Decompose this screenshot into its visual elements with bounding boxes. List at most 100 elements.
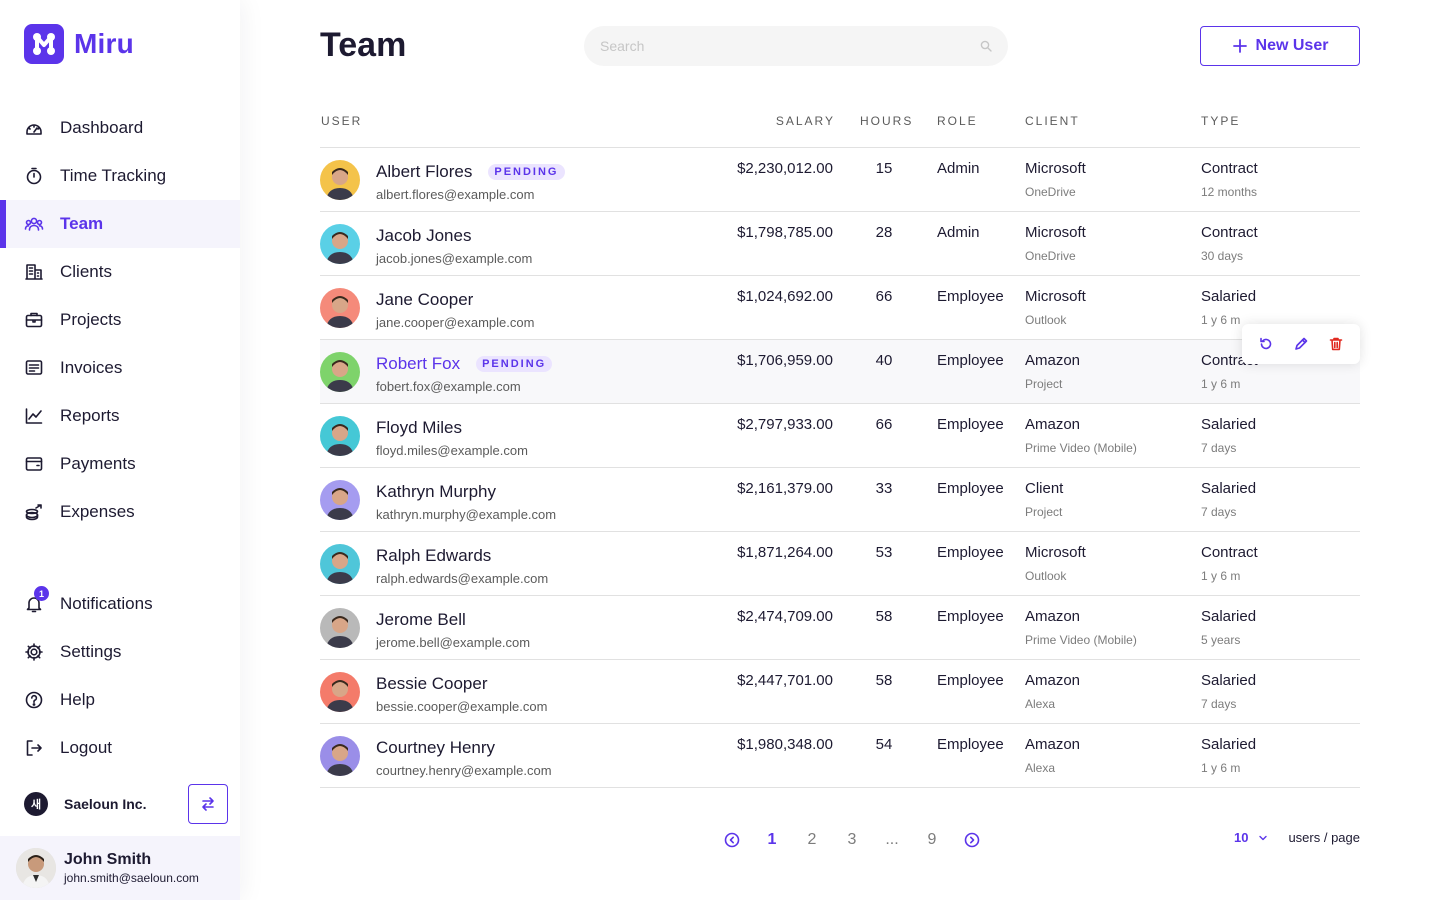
salary-cell: $1,024,692.00 bbox=[737, 288, 833, 305]
next-page-button[interactable] bbox=[952, 826, 992, 854]
chevron-down-icon bbox=[1259, 835, 1268, 840]
user-name[interactable]: Ralph Edwards bbox=[376, 546, 491, 566]
page-title: Team bbox=[320, 26, 407, 64]
type-cell: Salaried bbox=[1201, 288, 1257, 305]
column-header-client[interactable]: CLIENT bbox=[1025, 114, 1080, 128]
sidebar-item-team[interactable]: Team bbox=[0, 200, 240, 248]
user-name[interactable]: Courtney Henry bbox=[376, 738, 495, 758]
table-row[interactable]: Robert Fox PENDING fobert.fox@example.com $… bbox=[320, 324, 1360, 404]
user-name-text[interactable]: Ralph Edwards bbox=[376, 546, 491, 566]
table-row[interactable]: Bessie Cooper bessie.cooper@example.com $2… bbox=[320, 660, 1360, 724]
client-cell: Microsoft bbox=[1025, 544, 1086, 561]
sidebar-item-settings[interactable]: Settings bbox=[0, 628, 240, 676]
client-project: Prime Video (Mobile) bbox=[1025, 633, 1137, 647]
client-cell: Client bbox=[1025, 480, 1064, 497]
client-project: Outlook bbox=[1025, 569, 1067, 583]
sidebar-item-notifications[interactable]: 1 Notifications bbox=[0, 580, 240, 628]
new-user-button[interactable]: New User bbox=[1200, 26, 1360, 66]
page-button[interactable]: 3 bbox=[832, 826, 872, 854]
refresh-icon bbox=[1259, 337, 1271, 350]
delete-button[interactable] bbox=[1324, 332, 1348, 356]
page-button[interactable]: 1 bbox=[752, 826, 792, 854]
per-page-select[interactable]: 10 bbox=[1234, 830, 1268, 845]
user-name-text[interactable]: Albert Flores bbox=[376, 162, 472, 182]
sidebar-item-reports[interactable]: Reports bbox=[0, 392, 240, 440]
app-logo[interactable]: Miru bbox=[24, 24, 134, 64]
user-name-text[interactable]: Robert Fox bbox=[376, 354, 460, 374]
sidebar-item-dashboard[interactable]: Dashboard bbox=[0, 104, 240, 152]
column-header-hours[interactable]: HOURS bbox=[860, 114, 913, 128]
client-project: Project bbox=[1025, 377, 1063, 391]
sidebar-item-payments[interactable]: Payments bbox=[0, 440, 240, 488]
notification-badge: 1 bbox=[34, 586, 49, 601]
client-cell: Amazon bbox=[1025, 352, 1081, 369]
switch-org-button[interactable] bbox=[188, 784, 228, 824]
column-header-type[interactable]: TYPE bbox=[1201, 114, 1240, 128]
user-name-text[interactable]: Bessie Cooper bbox=[376, 674, 488, 694]
type-duration: 1 y 6 m bbox=[1201, 761, 1241, 775]
page-button[interactable]: 9 bbox=[912, 826, 952, 854]
sidebar-item-time-tracking[interactable]: Time Tracking bbox=[0, 152, 240, 200]
search-input[interactable] bbox=[600, 38, 980, 54]
column-header-role[interactable]: ROLE bbox=[937, 114, 978, 128]
user-name[interactable]: Jane Cooper bbox=[376, 290, 473, 310]
resend-button[interactable] bbox=[1254, 332, 1278, 356]
table-row[interactable]: Jacob Jones jacob.jones@example.com $1,798… bbox=[320, 212, 1360, 276]
client-project: Alexa bbox=[1025, 697, 1056, 711]
table-row[interactable]: Jerome Bell jerome.bell@example.com $2,474… bbox=[320, 596, 1360, 660]
search-icon[interactable] bbox=[980, 40, 992, 52]
user-email: john.smith@saeloun.com bbox=[64, 871, 199, 885]
sidebar-item-label: Team bbox=[60, 214, 104, 233]
type-cell: Contract bbox=[1201, 224, 1258, 241]
user-name[interactable]: Bessie Cooper bbox=[376, 674, 488, 694]
logout-icon bbox=[26, 740, 42, 756]
client-cell: Amazon bbox=[1025, 736, 1081, 753]
user-name[interactable]: Jacob Jones bbox=[376, 226, 471, 246]
coins-icon bbox=[25, 504, 42, 521]
table-row[interactable]: Jane Cooper jane.cooper@example.com $1,024… bbox=[320, 276, 1360, 340]
salary-cell: $1,980,348.00 bbox=[737, 736, 833, 753]
building-icon bbox=[25, 264, 43, 280]
previous-page-button[interactable] bbox=[712, 826, 752, 854]
user-email: jane.cooper@example.com bbox=[376, 315, 535, 330]
type-duration: 1 y 6 m bbox=[1201, 377, 1241, 391]
sidebar-item-help[interactable]: Help bbox=[0, 676, 240, 724]
table-row[interactable]: Courtney Henry courtney.henry@example.com… bbox=[320, 724, 1360, 788]
user-name[interactable]: Kathryn Murphy bbox=[376, 482, 496, 502]
page-button[interactable]: 2 bbox=[792, 826, 832, 854]
user-name[interactable]: Jerome Bell bbox=[376, 610, 466, 630]
team-icon bbox=[24, 217, 44, 231]
user-email: albert.flores@example.com bbox=[376, 187, 535, 202]
user-name[interactable]: Floyd Miles bbox=[376, 418, 462, 438]
user-name-text[interactable]: Jane Cooper bbox=[376, 290, 473, 310]
type-cell: Contract bbox=[1201, 160, 1258, 177]
user-name[interactable]: Robert Fox PENDING bbox=[376, 354, 553, 374]
role-cell: Employee bbox=[937, 288, 1004, 305]
sidebar-item-projects[interactable]: Projects bbox=[0, 296, 240, 344]
role-cell: Employee bbox=[937, 544, 1004, 561]
sidebar-item-invoices[interactable]: Invoices bbox=[0, 344, 240, 392]
salary-cell: $1,706,959.00 bbox=[737, 352, 833, 369]
switch-arrows-icon bbox=[202, 797, 214, 811]
role-cell: Employee bbox=[937, 608, 1004, 625]
sidebar-item-expenses[interactable]: Expenses bbox=[0, 488, 240, 536]
type-duration: 5 years bbox=[1201, 633, 1241, 647]
user-name[interactable]: Albert Flores PENDING bbox=[376, 162, 565, 182]
user-name-text[interactable]: Floyd Miles bbox=[376, 418, 462, 438]
table-row[interactable]: Albert Flores PENDING albert.flores@exampl… bbox=[320, 148, 1360, 212]
user-name-text[interactable]: Jerome Bell bbox=[376, 610, 466, 630]
edit-button[interactable] bbox=[1289, 332, 1313, 356]
sidebar-item-logout[interactable]: Logout bbox=[0, 724, 240, 772]
avatar bbox=[320, 480, 360, 520]
table-row[interactable]: Ralph Edwards ralph.edwards@example.com $1… bbox=[320, 532, 1360, 596]
table-row[interactable]: Kathryn Murphy kathryn.murphy@example.com… bbox=[320, 468, 1360, 532]
sidebar-item-clients[interactable]: Clients bbox=[0, 248, 240, 296]
user-name-text[interactable]: Kathryn Murphy bbox=[376, 482, 496, 502]
column-header-user[interactable]: USER bbox=[321, 114, 362, 128]
current-user-card[interactable]: John Smith john.smith@saeloun.com bbox=[0, 836, 240, 900]
column-header-salary[interactable]: SALARY bbox=[776, 114, 835, 128]
user-name-text[interactable]: Jacob Jones bbox=[376, 226, 471, 246]
user-name-text[interactable]: Courtney Henry bbox=[376, 738, 495, 758]
type-cell: Salaried bbox=[1201, 416, 1257, 433]
table-row[interactable]: Floyd Miles floyd.miles@example.com $2,797… bbox=[320, 404, 1360, 468]
